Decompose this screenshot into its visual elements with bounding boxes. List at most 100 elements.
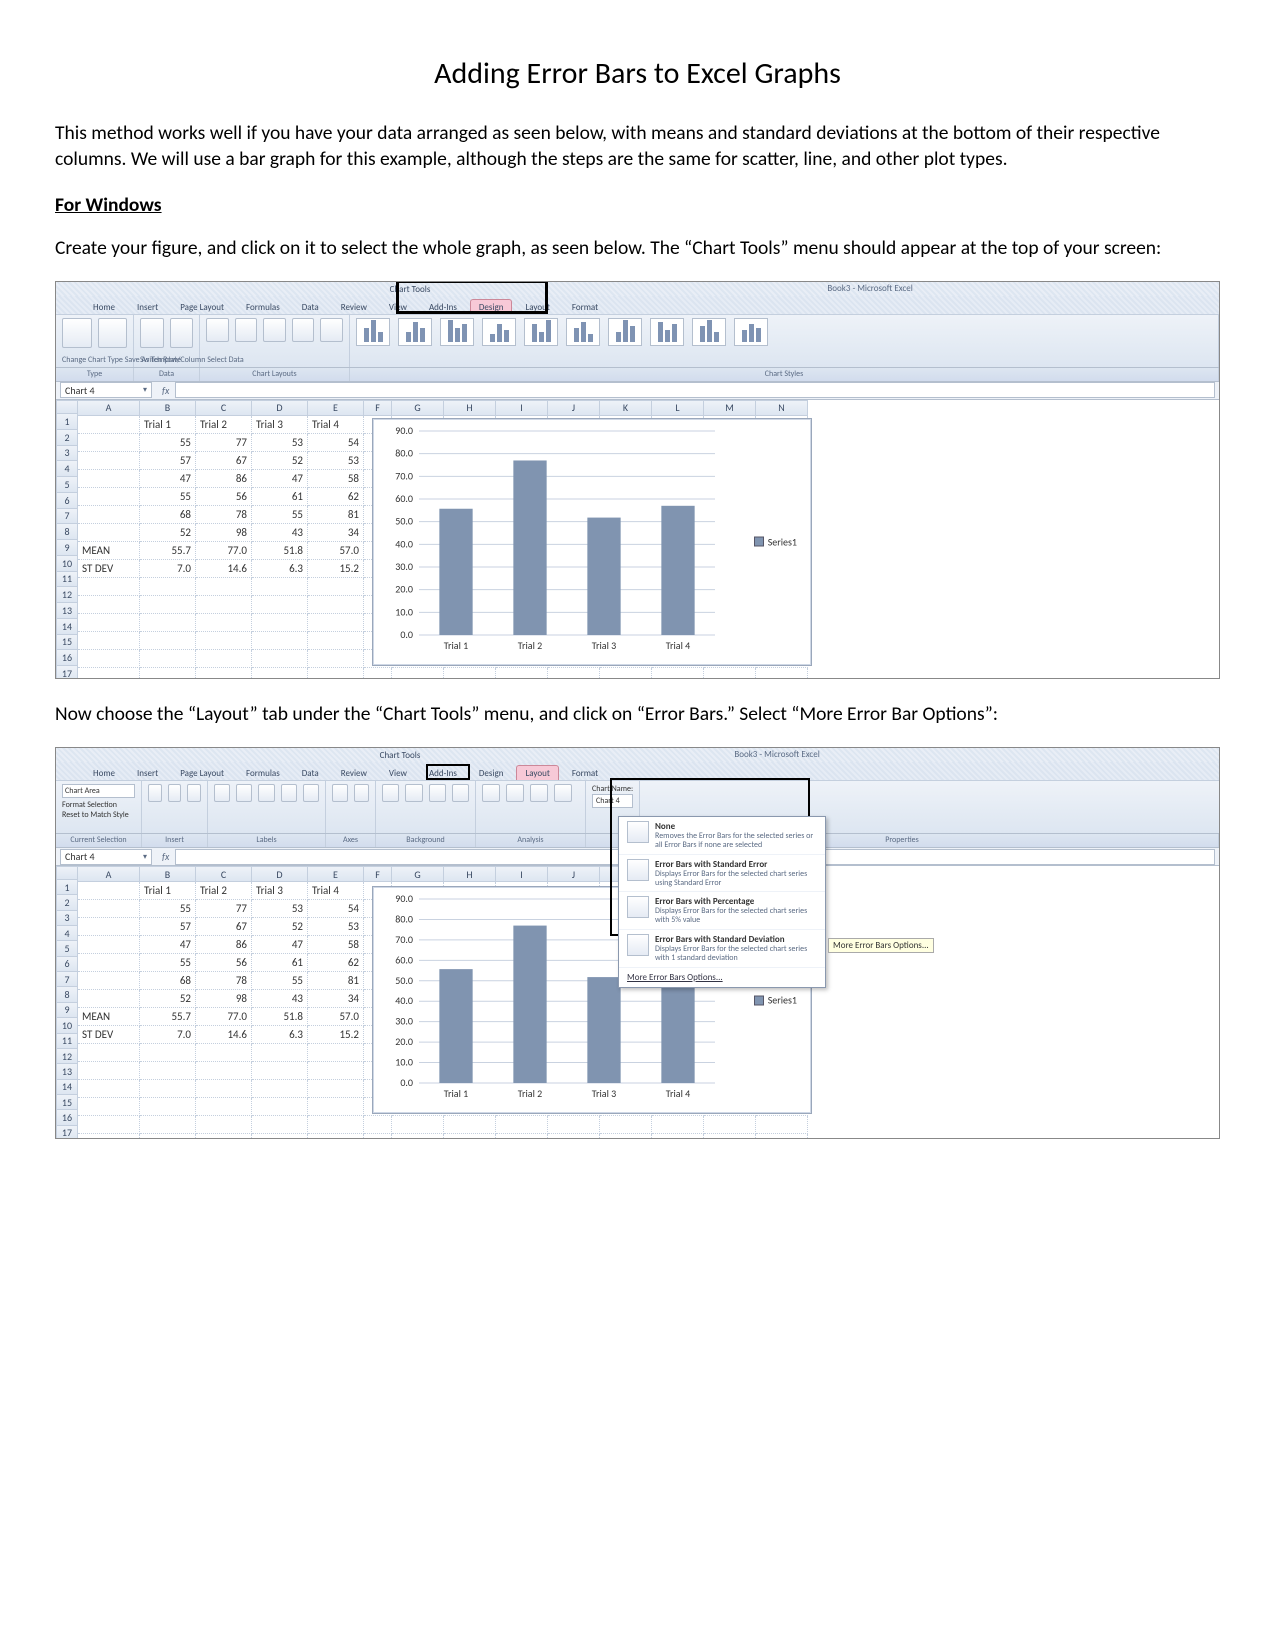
ribbon-tab-design[interactable]: Design — [470, 299, 513, 314]
chart-style-swatch[interactable] — [440, 318, 474, 346]
svg-text:60.0: 60.0 — [395, 954, 413, 967]
error-bars-none[interactable]: NoneRemoves the Error Bars for the selec… — [619, 817, 825, 855]
ribbon-tab-add-ins[interactable]: Add-Ins — [420, 765, 466, 780]
chart-floor-icon[interactable] — [429, 784, 446, 802]
legend-icon[interactable] — [258, 784, 274, 802]
chart-layout-swatch[interactable] — [263, 318, 286, 342]
axes-icon[interactable] — [332, 784, 348, 802]
gridlines-icon[interactable] — [354, 784, 370, 802]
svg-text:70.0: 70.0 — [395, 469, 413, 482]
data-table-icon[interactable] — [303, 784, 319, 802]
chart-style-swatch[interactable] — [566, 318, 600, 346]
ribbon-tab-data[interactable]: Data — [293, 299, 328, 314]
chart-name-field[interactable]: Chart 4 — [592, 794, 633, 808]
trendline-icon[interactable] — [482, 784, 500, 802]
page-title: Adding Error Bars to Excel Graphs — [55, 55, 1220, 92]
change-chart-type-icon[interactable] — [62, 318, 92, 348]
save-as-template-icon[interactable] — [98, 318, 128, 348]
picture-icon[interactable] — [148, 784, 162, 802]
fx-icon[interactable]: fx — [162, 384, 169, 397]
ribbon-tab-add-ins[interactable]: Add-Ins — [420, 299, 466, 314]
ribbon-tab-layout[interactable]: Layout — [516, 299, 558, 314]
chart-legend: Series1 — [748, 990, 803, 1011]
ribbon-tab-formulas[interactable]: Formulas — [237, 765, 289, 780]
ribbon-group-labels: TypeDataChart LayoutsChart Styles — [56, 368, 1219, 382]
error-bars-option-2[interactable]: Error Bars with Standard DeviationDispla… — [619, 930, 825, 968]
more-error-bars-options[interactable]: More Error Bars Options... — [619, 968, 825, 987]
formula-bar[interactable] — [175, 382, 1215, 398]
ribbon-tab-review[interactable]: Review — [332, 765, 376, 780]
name-box[interactable]: Chart 4 ▾ — [60, 849, 152, 865]
error-bars-option-0[interactable]: Error Bars with Standard ErrorDisplays E… — [619, 855, 825, 893]
chart-style-swatch[interactable] — [608, 318, 642, 346]
chart-title-icon[interactable] — [214, 784, 230, 802]
embedded-chart[interactable]: 0.010.020.030.040.050.060.070.080.090.0T… — [372, 418, 812, 666]
svg-text:70.0: 70.0 — [395, 933, 413, 946]
chart-style-swatch[interactable] — [482, 318, 516, 346]
text-box-icon[interactable] — [187, 784, 201, 802]
ribbon-tab-formulas[interactable]: Formulas — [237, 299, 289, 314]
ribbon-tab-layout[interactable]: Layout — [516, 765, 558, 780]
3-d-rotation-icon[interactable] — [452, 784, 469, 802]
chevron-down-icon[interactable]: ▾ — [143, 385, 147, 395]
ribbon-tab-page-layout[interactable]: Page Layout — [171, 765, 233, 780]
chart-wall-icon[interactable] — [405, 784, 422, 802]
reset-match-style[interactable]: Reset to Match Style — [62, 810, 135, 820]
ribbon-tabs: Home Insert Page Layout Formulas Data Review V… — [56, 296, 1219, 314]
ribbon-tab-insert[interactable]: Insert — [128, 765, 167, 780]
shapes-icon[interactable] — [168, 784, 182, 802]
plot-area-icon[interactable] — [382, 784, 399, 802]
chart-layout-swatch[interactable] — [292, 318, 315, 342]
chart-layout-swatch[interactable] — [320, 318, 343, 342]
ribbon-tab-format[interactable]: Format — [563, 765, 607, 780]
svg-text:Trial 4: Trial 4 — [666, 639, 690, 652]
chart-style-swatch[interactable] — [398, 318, 432, 346]
chart-style-swatch[interactable] — [734, 318, 768, 346]
chart-style-swatch[interactable] — [356, 318, 390, 346]
ribbon-tab-page-layout[interactable]: Page Layout — [171, 299, 233, 314]
ribbon-tab-home[interactable]: Home — [84, 765, 124, 780]
chart-style-swatch[interactable] — [524, 318, 558, 346]
ribbon-tab-home[interactable]: Home — [84, 299, 124, 314]
window-title: Book3 - Microsoft Excel — [734, 749, 819, 760]
chart-svg: 0.010.020.030.040.050.060.070.080.090.0T… — [373, 419, 811, 665]
chevron-down-icon[interactable]: ▾ — [143, 852, 147, 862]
lines-icon[interactable] — [506, 784, 524, 802]
chart-legend: Series1 — [748, 531, 803, 552]
ribbon-tab-data[interactable]: Data — [293, 765, 328, 780]
error-bars-dropdown[interactable]: NoneRemoves the Error Bars for the selec… — [618, 816, 826, 987]
select-data-icon[interactable] — [170, 318, 194, 348]
chart-element-selector[interactable]: Chart Area — [62, 784, 135, 798]
switch-row-col-icon[interactable] — [140, 318, 164, 348]
ribbon-tabs: Home Insert Page Layout Formulas Data Review V… — [56, 762, 1219, 780]
error-bars-option-1[interactable]: Error Bars with PercentageDisplays Error… — [619, 892, 825, 930]
ribbon-tab-review[interactable]: Review — [332, 299, 376, 314]
error-bars-icon[interactable] — [554, 784, 572, 802]
ribbon-tab-view[interactable]: View — [380, 299, 416, 314]
chart-layout-swatch[interactable] — [235, 318, 258, 342]
data-labels-icon[interactable] — [281, 784, 297, 802]
up-down-bars-icon[interactable] — [530, 784, 548, 802]
ribbon-tab-insert[interactable]: Insert — [128, 299, 167, 314]
fx-icon[interactable]: fx — [162, 850, 169, 863]
chart-style-swatch[interactable] — [692, 318, 726, 346]
svg-text:60.0: 60.0 — [395, 492, 413, 505]
ribbon-tab-design[interactable]: Design — [470, 765, 513, 780]
svg-text:10.0: 10.0 — [395, 1056, 413, 1069]
svg-text:Trial 1: Trial 1 — [444, 639, 468, 652]
axis-titles-icon[interactable] — [236, 784, 252, 802]
chart-layout-swatch[interactable] — [206, 318, 229, 342]
name-box[interactable]: Chart 4 ▾ — [60, 382, 152, 398]
ribbon-tab-view[interactable]: View — [380, 765, 416, 780]
ribbon-tab-format[interactable]: Format — [563, 299, 607, 314]
chart-style-swatch[interactable] — [650, 318, 684, 346]
svg-text:0.0: 0.0 — [400, 1076, 413, 1089]
excel-screenshot-design: Book3 - Microsoft Excel HomeInsertPage L… — [55, 281, 1220, 679]
svg-text:0.0: 0.0 — [400, 628, 413, 641]
svg-text:Trial 3: Trial 3 — [592, 1087, 616, 1100]
svg-text:Trial 3: Trial 3 — [592, 639, 616, 652]
svg-text:80.0: 80.0 — [395, 913, 413, 926]
format-selection[interactable]: Format Selection — [62, 800, 135, 810]
for-windows-heading: For Windows — [55, 193, 1220, 217]
name-box-value: Chart 4 — [65, 850, 95, 863]
